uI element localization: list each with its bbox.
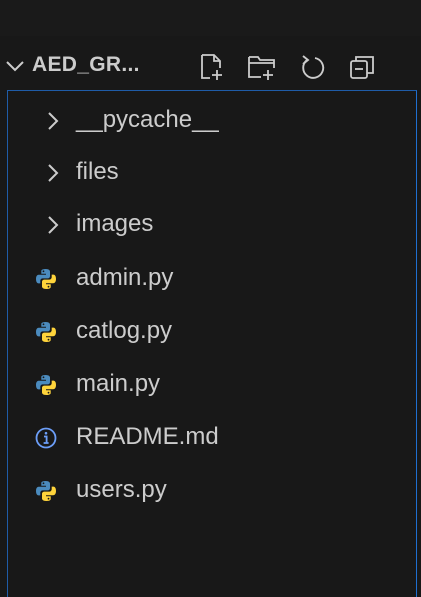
workspace-title[interactable]: AED_GR...	[32, 53, 140, 77]
file-tree: __pycache__ files images admin.py catlog…	[7, 90, 417, 597]
title-bar-strip	[0, 0, 421, 36]
file-explorer: AED_GR... __pycache__ files images admin…	[0, 0, 421, 597]
tree-item-users-py[interactable]: users.py	[8, 465, 414, 517]
tree-item-pycache[interactable]: __pycache__	[8, 95, 414, 147]
tree-item-admin-py[interactable]: admin.py	[8, 253, 414, 305]
tree-item-images[interactable]: images	[8, 199, 414, 251]
chevron-right-icon	[41, 213, 65, 237]
refresh-icon	[302, 55, 325, 79]
tree-item-readme-md[interactable]: README.md	[8, 412, 414, 464]
python-icon	[34, 373, 58, 397]
tree-item-label: catlog.py	[76, 317, 173, 344]
tree-item-label: files	[76, 158, 119, 185]
tree-item-label: __pycache__	[76, 106, 219, 133]
python-icon	[34, 267, 58, 291]
chevron-down-icon[interactable]	[4, 55, 26, 77]
tree-item-label: admin.py	[76, 264, 174, 291]
tree-item-label: users.py	[76, 476, 167, 503]
explorer-section-header[interactable]: AED_GR...	[0, 42, 421, 90]
tree-item-label: main.py	[76, 370, 161, 397]
tree-item-label: README.md	[76, 423, 219, 450]
collapse-all-button[interactable]	[346, 52, 378, 82]
new-folder-icon	[248, 56, 275, 80]
tree-item-label: images	[76, 210, 154, 237]
tree-item-catlog-py[interactable]: catlog.py	[8, 306, 414, 358]
python-icon	[34, 479, 58, 503]
info-icon	[34, 426, 58, 450]
tree-item-main-py[interactable]: main.py	[8, 359, 414, 411]
new-file-button[interactable]	[196, 52, 228, 82]
new-folder-button[interactable]	[246, 52, 278, 82]
chevron-right-icon	[41, 161, 65, 185]
python-icon	[34, 320, 58, 344]
chevron-right-icon	[41, 109, 65, 133]
new-file-icon	[201, 54, 222, 80]
tree-item-files[interactable]: files	[8, 147, 414, 199]
collapse-all-icon	[350, 56, 374, 79]
refresh-button[interactable]	[297, 52, 329, 82]
